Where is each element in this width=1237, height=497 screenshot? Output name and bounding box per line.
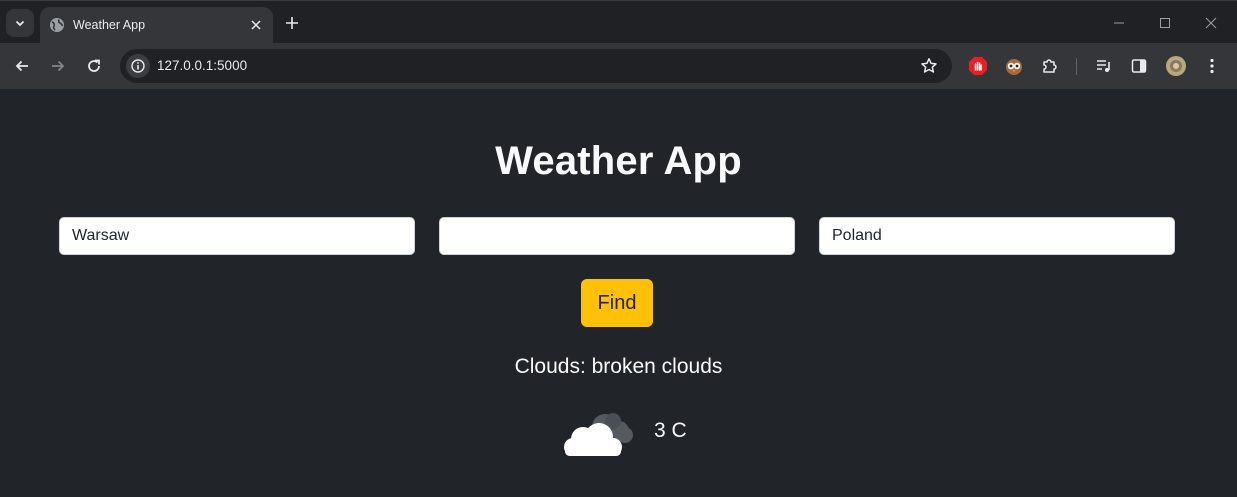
state-input[interactable] xyxy=(439,217,795,255)
side-panel-icon xyxy=(1131,59,1147,73)
plus-icon xyxy=(286,17,298,29)
side-panel-button[interactable] xyxy=(1127,54,1151,78)
adblock-extension-button[interactable] xyxy=(966,54,990,78)
weather-result: 3 C xyxy=(561,407,701,459)
tab-search-button[interactable] xyxy=(6,9,34,37)
tab-title: Weather App xyxy=(73,18,146,32)
toolbar-separator xyxy=(1076,58,1077,75)
owl-extension-button[interactable] xyxy=(1002,54,1026,78)
bookmark-star-button[interactable] xyxy=(920,57,938,75)
broken-clouds-icon xyxy=(564,413,633,456)
maximize-icon xyxy=(1160,18,1170,28)
globe-icon xyxy=(49,17,65,33)
address-bar[interactable]: 127.0.0.1:5000 xyxy=(120,49,952,83)
media-playlist-button[interactable] xyxy=(1092,54,1116,78)
profile-avatar-button[interactable] xyxy=(1164,54,1188,78)
weather-condition: Clouds: broken clouds xyxy=(514,355,723,378)
tab-strip: Weather App xyxy=(0,1,1237,43)
more-menu-icon xyxy=(1210,58,1214,74)
city-input[interactable] xyxy=(59,217,415,255)
weather-app-page: Weather App Find Clouds: broken clouds 3… xyxy=(0,89,1237,497)
url-text: 127.0.0.1:5000 xyxy=(157,58,248,73)
info-icon xyxy=(131,59,145,73)
reload-icon xyxy=(88,59,100,72)
forward-button[interactable] xyxy=(46,54,70,78)
browser-toolbar: 127.0.0.1:5000 xyxy=(0,43,1237,90)
minimize-icon xyxy=(1114,22,1124,24)
chevron-down-icon xyxy=(15,20,25,27)
temperature-value: 3 C xyxy=(654,419,687,442)
browser-chrome: Weather App 127.0.0.1:5000 xyxy=(0,0,1237,90)
extensions-button[interactable] xyxy=(1038,54,1062,78)
more-menu-button[interactable] xyxy=(1200,54,1224,78)
browser-tab-active[interactable]: Weather App xyxy=(40,7,273,43)
close-icon xyxy=(251,20,261,30)
star-icon xyxy=(921,58,937,73)
close-icon xyxy=(1205,17,1217,29)
forward-arrow-icon xyxy=(52,60,65,72)
puzzle-icon xyxy=(1043,59,1057,73)
profile-avatar-icon xyxy=(1166,56,1186,76)
adblock-icon xyxy=(969,57,987,75)
media-playlist-icon xyxy=(1097,60,1110,72)
country-input[interactable] xyxy=(819,217,1175,255)
maximize-button[interactable] xyxy=(1155,13,1175,33)
page-title: Weather App xyxy=(495,139,742,183)
owl-extension-icon xyxy=(1006,59,1022,75)
back-arrow-icon xyxy=(15,60,28,72)
close-window-button[interactable] xyxy=(1201,13,1221,33)
reload-button[interactable] xyxy=(82,54,106,78)
new-tab-button[interactable] xyxy=(282,13,302,33)
site-info-button[interactable] xyxy=(126,54,150,78)
minimize-button[interactable] xyxy=(1109,13,1129,33)
find-button[interactable]: Find xyxy=(581,279,653,327)
back-button[interactable] xyxy=(10,54,34,78)
tab-close-button[interactable] xyxy=(247,16,265,34)
